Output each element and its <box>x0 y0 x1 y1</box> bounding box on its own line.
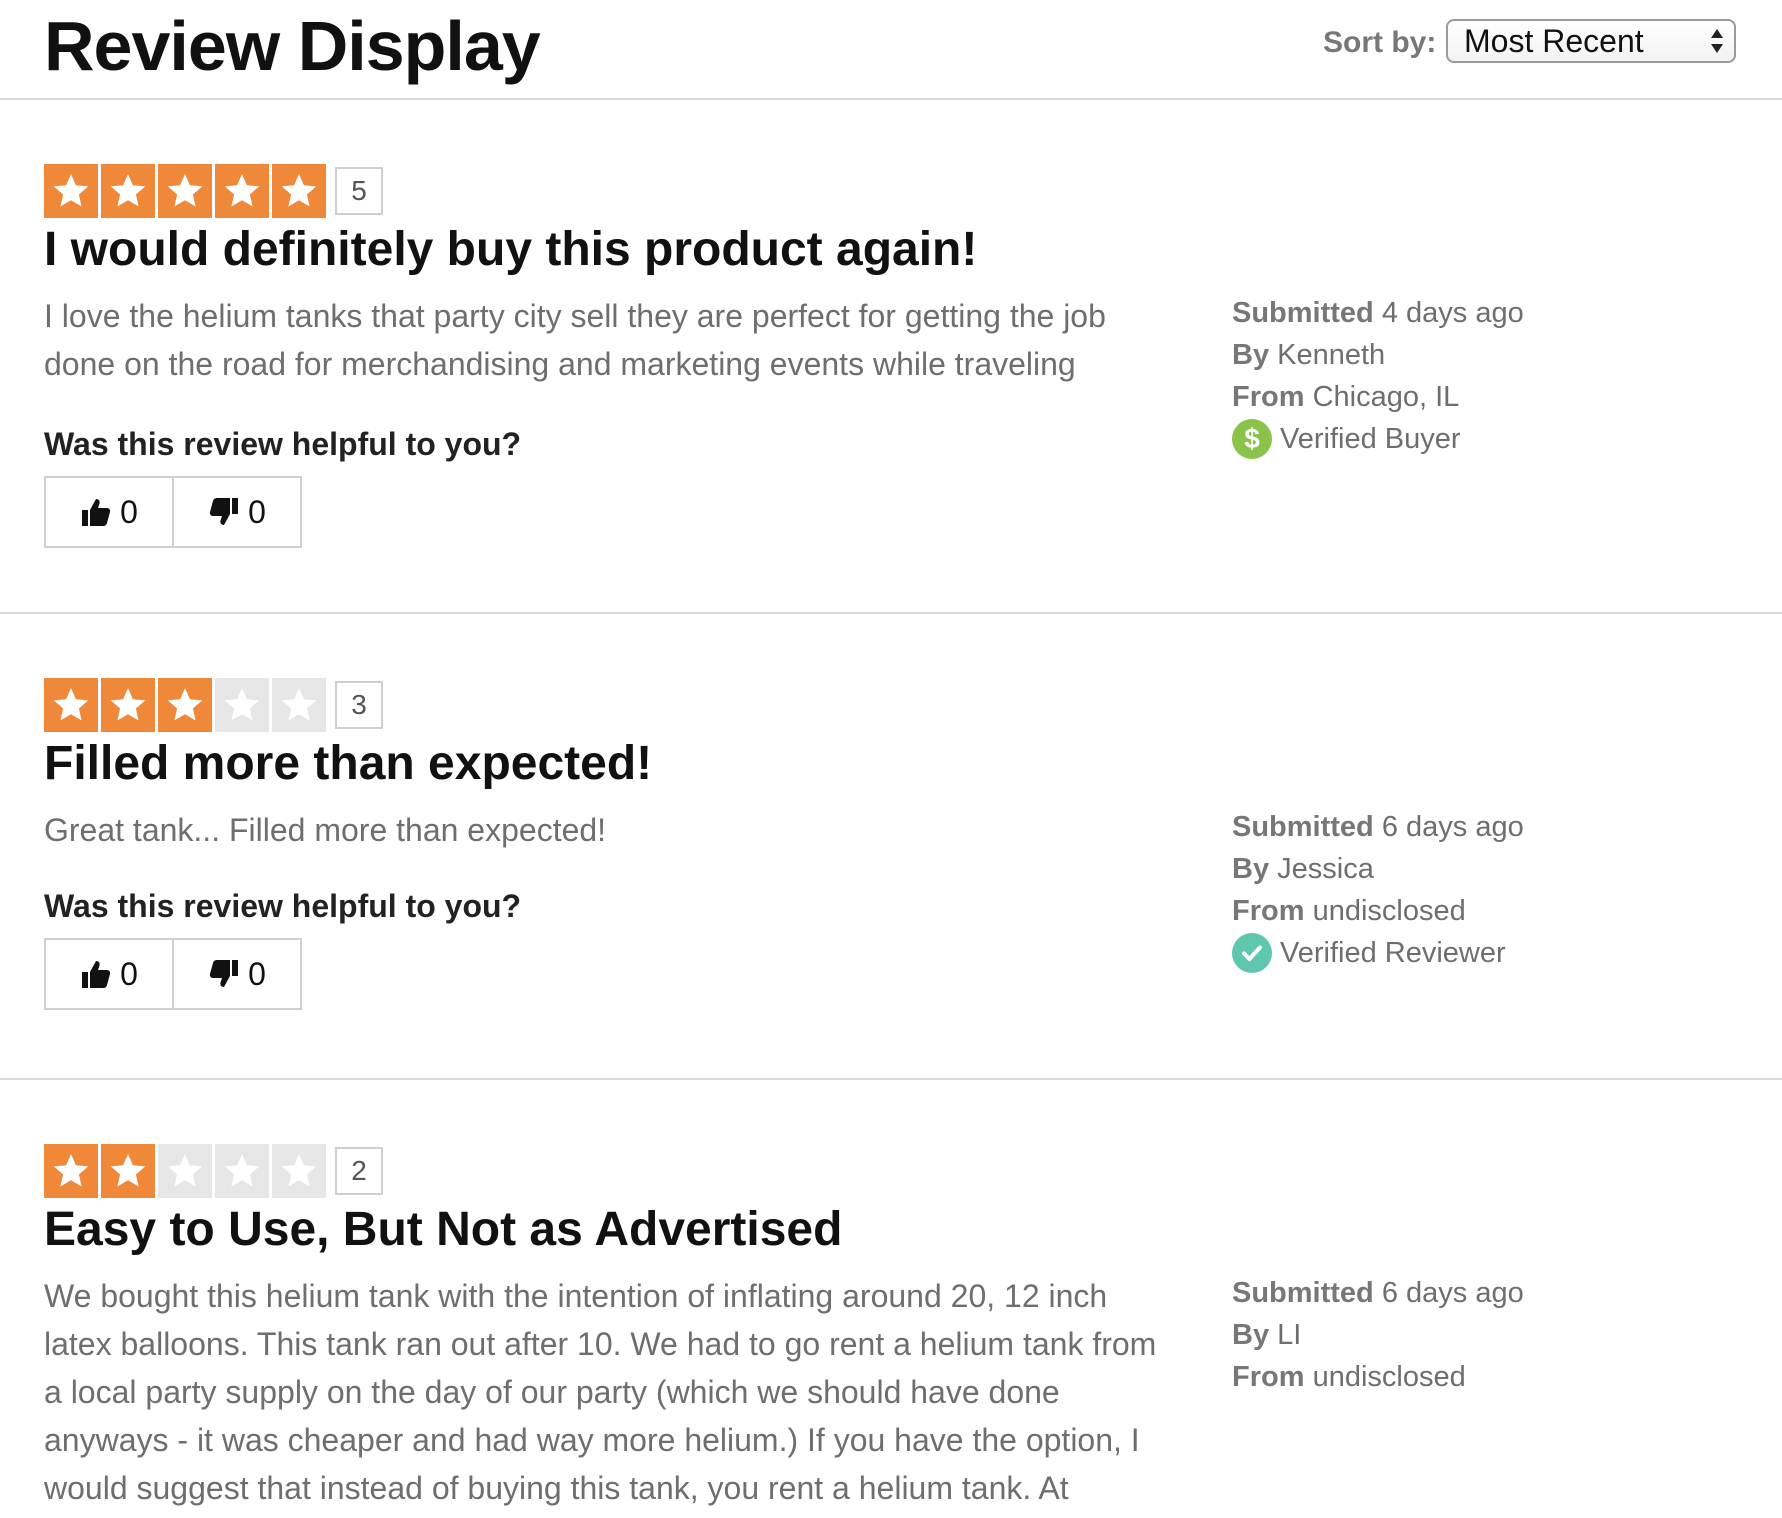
review-meta: Submitted 6 days ago By Jessica From und… <box>1232 806 1524 974</box>
star-filled-icon <box>44 164 98 218</box>
author-line: By LI <box>1232 1314 1524 1356</box>
select-arrows-icon <box>1711 29 1723 53</box>
helpful-vote-group: 0 0 <box>44 938 302 1010</box>
submitted-value: 4 days ago <box>1381 297 1524 329</box>
sort-select[interactable]: Most Recent <box>1446 19 1736 63</box>
submitted-line: Submitted 6 days ago <box>1232 1272 1524 1314</box>
helpful-vote-group: 0 0 <box>44 476 302 548</box>
submitted-value: 6 days ago <box>1381 811 1524 843</box>
sort-label: Sort by: <box>1323 26 1437 59</box>
submitted-label: Submitted <box>1232 297 1374 329</box>
star-empty-icon <box>272 678 326 732</box>
review-item: 5 I would definitely buy this product ag… <box>0 100 1782 614</box>
downvote-count: 0 <box>248 955 266 992</box>
star-filled-icon <box>215 164 269 218</box>
submitted-line: Submitted 6 days ago <box>1232 806 1524 848</box>
thumbs-down-button[interactable]: 0 <box>172 478 300 546</box>
star-rating: 3 <box>44 678 383 732</box>
review-title: I would definitely buy this product agai… <box>44 223 978 276</box>
star-rating: 5 <box>44 164 383 218</box>
star-filled-icon <box>272 164 326 218</box>
review-meta: Submitted 4 days ago By Kenneth From Chi… <box>1232 292 1524 460</box>
author-name: LI <box>1277 1319 1302 1351</box>
review-title: Filled more than expected! <box>44 737 653 790</box>
badge-label: Verified Reviewer <box>1280 937 1506 969</box>
thumbs-down-icon <box>209 960 239 987</box>
star-filled-icon <box>44 1144 98 1198</box>
author-name: Kenneth <box>1277 339 1386 371</box>
author-location: Chicago, IL <box>1312 381 1460 413</box>
sort-selected-value: Most Recent <box>1464 23 1644 59</box>
star-filled-icon <box>101 1144 155 1198</box>
thumbs-up-icon <box>82 961 111 988</box>
star-filled-icon <box>101 678 155 732</box>
from-label: From <box>1232 895 1305 927</box>
verified-badge: $ Verified Buyer <box>1232 418 1524 460</box>
review-item: 2 Easy to Use, But Not as Advertised We … <box>0 1080 1782 1518</box>
author-location: undisclosed <box>1312 895 1466 927</box>
location-line: From undisclosed <box>1232 890 1524 932</box>
helpful-question: Was this review helpful to you? <box>44 888 522 924</box>
from-label: From <box>1232 381 1305 413</box>
rating-number: 3 <box>335 681 383 729</box>
review-meta: Submitted 6 days ago By LI From undisclo… <box>1232 1272 1524 1398</box>
star-empty-icon <box>272 1144 326 1198</box>
submitted-label: Submitted <box>1232 1277 1374 1309</box>
thumbs-up-icon <box>82 499 111 526</box>
star-filled-icon <box>44 678 98 732</box>
submitted-line: Submitted 4 days ago <box>1232 292 1524 334</box>
review-body: Great tank... Filled more than expected! <box>44 812 607 848</box>
star-empty-icon <box>215 1144 269 1198</box>
location-line: From Chicago, IL <box>1232 376 1524 418</box>
page-header: Review Display Sort by: Most Recent <box>0 0 1782 100</box>
badge-label: Verified Buyer <box>1280 423 1461 455</box>
thumbs-down-button[interactable]: 0 <box>172 940 300 1008</box>
author-name: Jessica <box>1277 853 1374 885</box>
upvote-count: 0 <box>120 955 138 992</box>
author-line: By Jessica <box>1232 848 1524 890</box>
page-title: Review Display <box>44 7 541 85</box>
dollar-icon: $ <box>1232 419 1272 459</box>
upvote-count: 0 <box>120 493 138 530</box>
star-empty-icon <box>158 1144 212 1198</box>
by-label: By <box>1232 1319 1270 1351</box>
star-rating: 2 <box>44 1144 383 1198</box>
checkmark-icon <box>1232 933 1272 973</box>
star-filled-icon <box>158 678 212 732</box>
author-location: undisclosed <box>1312 1361 1466 1393</box>
review-body: I love the helium tanks that party city … <box>44 298 1106 382</box>
helpful-question: Was this review helpful to you? <box>44 426 522 462</box>
star-filled-icon <box>101 164 155 218</box>
review-item: 3 Filled more than expected! Great tank.… <box>0 614 1782 1080</box>
by-label: By <box>1232 339 1270 371</box>
submitted-value: 6 days ago <box>1381 1277 1524 1309</box>
rating-number: 2 <box>335 1147 383 1195</box>
thumbs-down-icon <box>209 498 239 525</box>
thumbs-up-button[interactable]: 0 <box>46 478 172 546</box>
star-filled-icon <box>158 164 212 218</box>
submitted-label: Submitted <box>1232 811 1374 843</box>
thumbs-up-button[interactable]: 0 <box>46 940 172 1008</box>
location-line: From undisclosed <box>1232 1356 1524 1398</box>
downvote-count: 0 <box>248 493 266 530</box>
rating-number: 5 <box>335 167 383 215</box>
review-title: Easy to Use, But Not as Advertised <box>44 1203 843 1256</box>
author-line: By Kenneth <box>1232 334 1524 376</box>
from-label: From <box>1232 1361 1305 1393</box>
star-empty-icon <box>215 678 269 732</box>
review-body: We bought this helium tank with the inte… <box>44 1278 1157 1506</box>
by-label: By <box>1232 853 1270 885</box>
verified-badge: Verified Reviewer <box>1232 932 1524 974</box>
